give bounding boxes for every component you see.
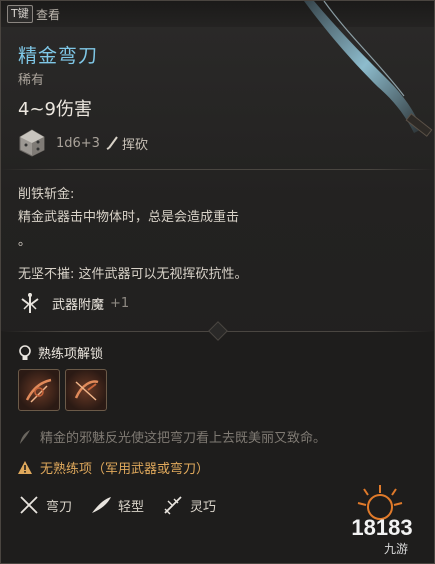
weapon-action-slot[interactable] [65, 369, 107, 411]
enchantment-row: 武器附魔 +1 [18, 291, 129, 315]
section-divider [1, 169, 434, 170]
weapon-action-icon [74, 380, 99, 401]
tag-label: 轻型 [118, 499, 145, 515]
inspect-key-badge[interactable]: T键 [7, 5, 33, 23]
passive-title: 削铁斩金: [18, 187, 75, 202]
item-damage: 4~9伤害 [18, 99, 92, 120]
tag-light[interactable]: 轻型 [90, 495, 144, 515]
proficiency-warning: 无熟练项（军用武器或弯刀） [40, 462, 210, 477]
site-watermark-logo: 18183 九游 [351, 485, 413, 556]
proficiency-row: 熟练项解锁 [18, 343, 103, 362]
crossed-swords-icon [20, 496, 38, 514]
passive-desc-line: 精金武器击中物体时，总是会造成重击 [18, 210, 240, 225]
feather-icon [92, 497, 112, 513]
weapon-action-icon [25, 378, 52, 403]
warning-icon [18, 461, 32, 474]
enchant-label: 武器附魔 [52, 297, 105, 313]
watermark-text: 18183 [351, 515, 412, 540]
tag-scimitar[interactable]: 弯刀 [18, 495, 72, 515]
weapon-action-slot[interactable] [18, 369, 60, 411]
damage-dice-row: 1d6+3 挥砍 [18, 128, 148, 158]
damage-dice: 1d6+3 [56, 135, 100, 151]
enchant-icon [21, 293, 39, 313]
item-name: 精金弯刀 [18, 45, 99, 67]
tag-label: 弯刀 [46, 499, 73, 515]
svg-text:九游: 九游 [384, 542, 408, 556]
dice-icon [19, 129, 45, 157]
inspect-action-label: 查看 [36, 8, 61, 22]
flavor-text: 精金的邪魅反光使这把弯刀看上去既美丽又致命。 [40, 431, 327, 446]
proficiency-label: 熟练项解锁 [38, 347, 104, 362]
lightbulb-icon [19, 344, 31, 360]
slashing-icon [106, 136, 118, 150]
tag-finesse[interactable]: 灵巧 [162, 495, 216, 515]
finesse-icon [164, 496, 182, 515]
item-tooltip: T键 查看 精金弯刀 稀有 4~9伤害 1d6+3 挥砍 削铁斩金: 精金武器击… [0, 0, 435, 564]
damage-type: 挥砍 [121, 137, 148, 153]
weapon-tags: 弯刀 轻型 灵巧 [18, 495, 234, 515]
passive-second: 无坚不摧: 这件武器可以无视挥砍抗性。 [18, 267, 248, 282]
enchant-bonus: +1 [110, 295, 130, 311]
passive-description: 精金武器击中物体时，总是会造成重击 。 [18, 206, 318, 254]
flavor-row: 精金的邪魅反光使这把弯刀看上去既美丽又致命。 [18, 427, 326, 446]
item-rarity: 稀有 [18, 73, 45, 88]
quill-icon [20, 429, 30, 444]
tag-label: 灵巧 [190, 499, 217, 515]
passive-desc-line: 。 [18, 234, 32, 249]
scimitar-artwork [304, 1, 433, 137]
warning-row: 无熟练项（军用武器或弯刀） [18, 458, 209, 477]
